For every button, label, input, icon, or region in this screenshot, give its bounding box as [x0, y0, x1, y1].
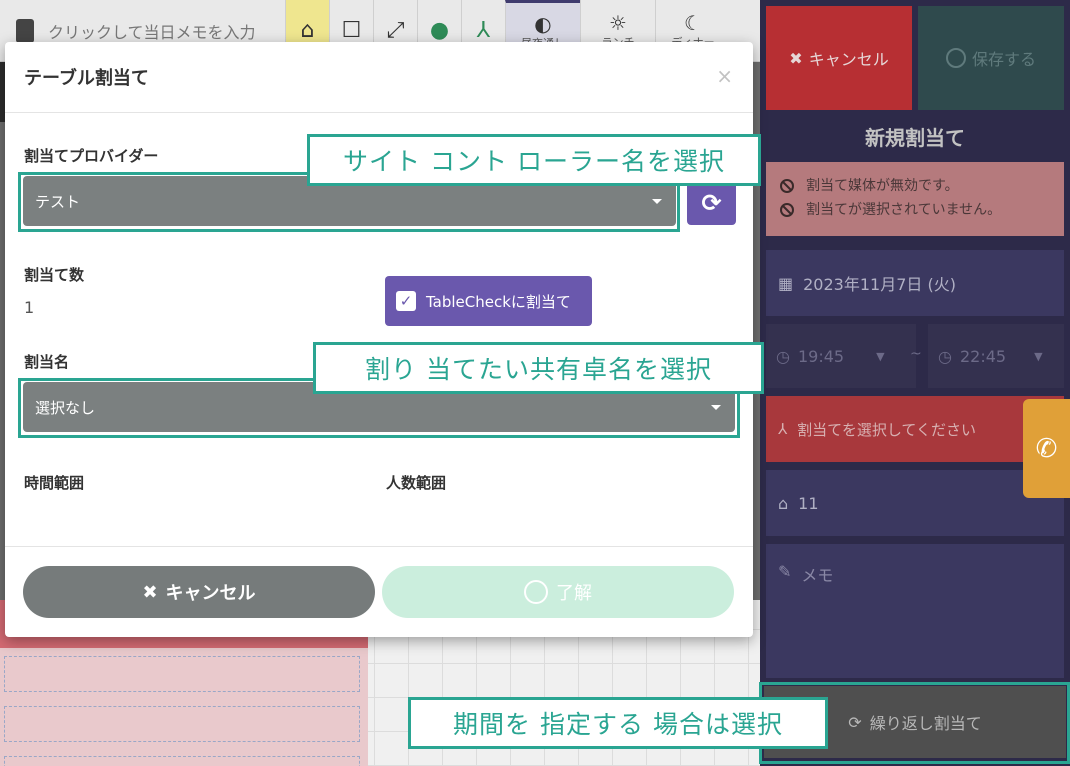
- table-assign-modal: テーブル割当て × 割当てプロバイダー テスト ⟳ 割当て数 1 ✓ Table…: [5, 42, 753, 637]
- globe-icon: ●: [429, 18, 450, 43]
- phone-button[interactable]: ✆: [1023, 399, 1070, 498]
- network-icon: ⅄: [778, 420, 788, 438]
- chevron-down-icon: ▼: [1034, 349, 1043, 363]
- easel-icon: ⌂: [300, 18, 315, 43]
- tablecheck-toggle[interactable]: ✓ TableCheckに割当て: [385, 276, 592, 326]
- modal-cancel-label: キャンセル: [165, 583, 256, 604]
- callout-table: 割り 当てたい共有卓名を選択: [313, 342, 764, 394]
- modal-ok-button[interactable]: 了解: [382, 566, 734, 618]
- table-value: 11: [798, 493, 819, 513]
- count-label: 割当て数: [24, 266, 85, 284]
- half-circle-icon: ◐: [534, 12, 552, 36]
- start-time-select[interactable]: ◷ 19:45 ▼: [766, 324, 916, 388]
- chevron-down-icon: ▼: [876, 349, 885, 363]
- table-icon: ⌂: [778, 493, 789, 513]
- daily-memo-placeholder: クリックして当日メモを入力: [48, 22, 256, 42]
- error-box: 割当て媒体が無効です。 割当てが選択されていません。: [766, 162, 1064, 236]
- network-icon: ⅄: [476, 18, 491, 43]
- tablecheck-label: TableCheckに割当て: [426, 292, 571, 311]
- end-time-value: 22:45: [959, 346, 1007, 366]
- square-icon: ☐: [341, 18, 362, 43]
- table-slot[interactable]: [4, 756, 360, 766]
- clock-icon: ◷: [938, 346, 952, 366]
- modal-cancel-button[interactable]: ✖ キャンセル: [23, 566, 375, 618]
- circle-icon: [524, 580, 548, 604]
- circle-icon: [945, 48, 966, 68]
- start-time-value: 19:45: [797, 346, 845, 366]
- table-slot[interactable]: [4, 706, 360, 742]
- assign-placeholder: 割当てを選択してください: [797, 420, 976, 439]
- panel-save-button[interactable]: 保存する: [918, 6, 1064, 110]
- panel-cancel-label: キャンセル: [808, 50, 889, 69]
- assignment-panel: ✖ キャンセル 保存する 新規割当て 割当て媒体が無効です。 割当てが選択されて…: [760, 0, 1070, 766]
- error-text: 割当て媒体が無効です。: [806, 178, 959, 194]
- modal-ok-label: 了解: [556, 583, 592, 604]
- refresh-providers-button[interactable]: ⟳: [687, 180, 736, 225]
- callout-repeat: 期間を 指定する 場合は選択: [408, 697, 828, 749]
- close-icon[interactable]: ×: [716, 64, 733, 88]
- clock-icon: ◷: [776, 346, 790, 366]
- close-icon: ✖: [789, 48, 803, 68]
- modal-footer: [5, 546, 753, 547]
- phone-icon: ✆: [1035, 433, 1058, 464]
- panel-cancel-button[interactable]: ✖ キャンセル: [766, 6, 912, 110]
- time-range-label: 時間範囲: [24, 474, 85, 492]
- modal-title: テーブル割当て: [24, 68, 149, 89]
- assign-select[interactable]: ⅄ 割当てを選択してください: [766, 396, 1064, 462]
- date-field[interactable]: ▦ 2023年11月7日 (火): [766, 250, 1064, 316]
- close-icon: ✖: [142, 581, 158, 603]
- panel-title: 新規割当て: [865, 126, 965, 150]
- time-separator: ~: [910, 346, 922, 362]
- error-item: 割当て媒体が無効です。: [780, 174, 1050, 198]
- ban-icon: [780, 203, 794, 217]
- name-label: 割当名: [24, 353, 70, 371]
- people-range-label: 人数範囲: [386, 474, 447, 492]
- provider-label: 割当てプロバイダー: [24, 147, 159, 165]
- error-item: 割当てが選択されていません。: [780, 198, 1050, 222]
- expand-icon: ⤢: [386, 18, 405, 43]
- modal-header: テーブル割当て: [5, 42, 753, 113]
- table-slot[interactable]: [4, 656, 360, 692]
- memo-placeholder: メモ: [801, 566, 834, 585]
- memo-icon: [16, 18, 34, 43]
- panel-save-label: 保存する: [971, 50, 1036, 69]
- refresh-icon: ⟳: [701, 188, 722, 217]
- callout-provider: サイト コント ローラー名を選択: [307, 134, 761, 186]
- calendar-icon: ▦: [778, 273, 794, 293]
- check-icon: ✓: [396, 291, 416, 311]
- ban-icon: [780, 179, 794, 193]
- sun-icon: ☼: [609, 10, 627, 35]
- table-field[interactable]: ⌂ 11: [766, 470, 1064, 536]
- memo-textarea[interactable]: ✎ メモ: [766, 544, 1064, 678]
- moon-icon: ☾: [684, 10, 702, 35]
- count-value: 1: [24, 298, 35, 317]
- date-value: 2023年11月7日 (火): [803, 275, 956, 294]
- end-time-select[interactable]: ◷ 22:45 ▼: [928, 324, 1064, 388]
- error-text: 割当てが選択されていません。: [806, 202, 1002, 218]
- edit-icon: ✎: [778, 562, 792, 581]
